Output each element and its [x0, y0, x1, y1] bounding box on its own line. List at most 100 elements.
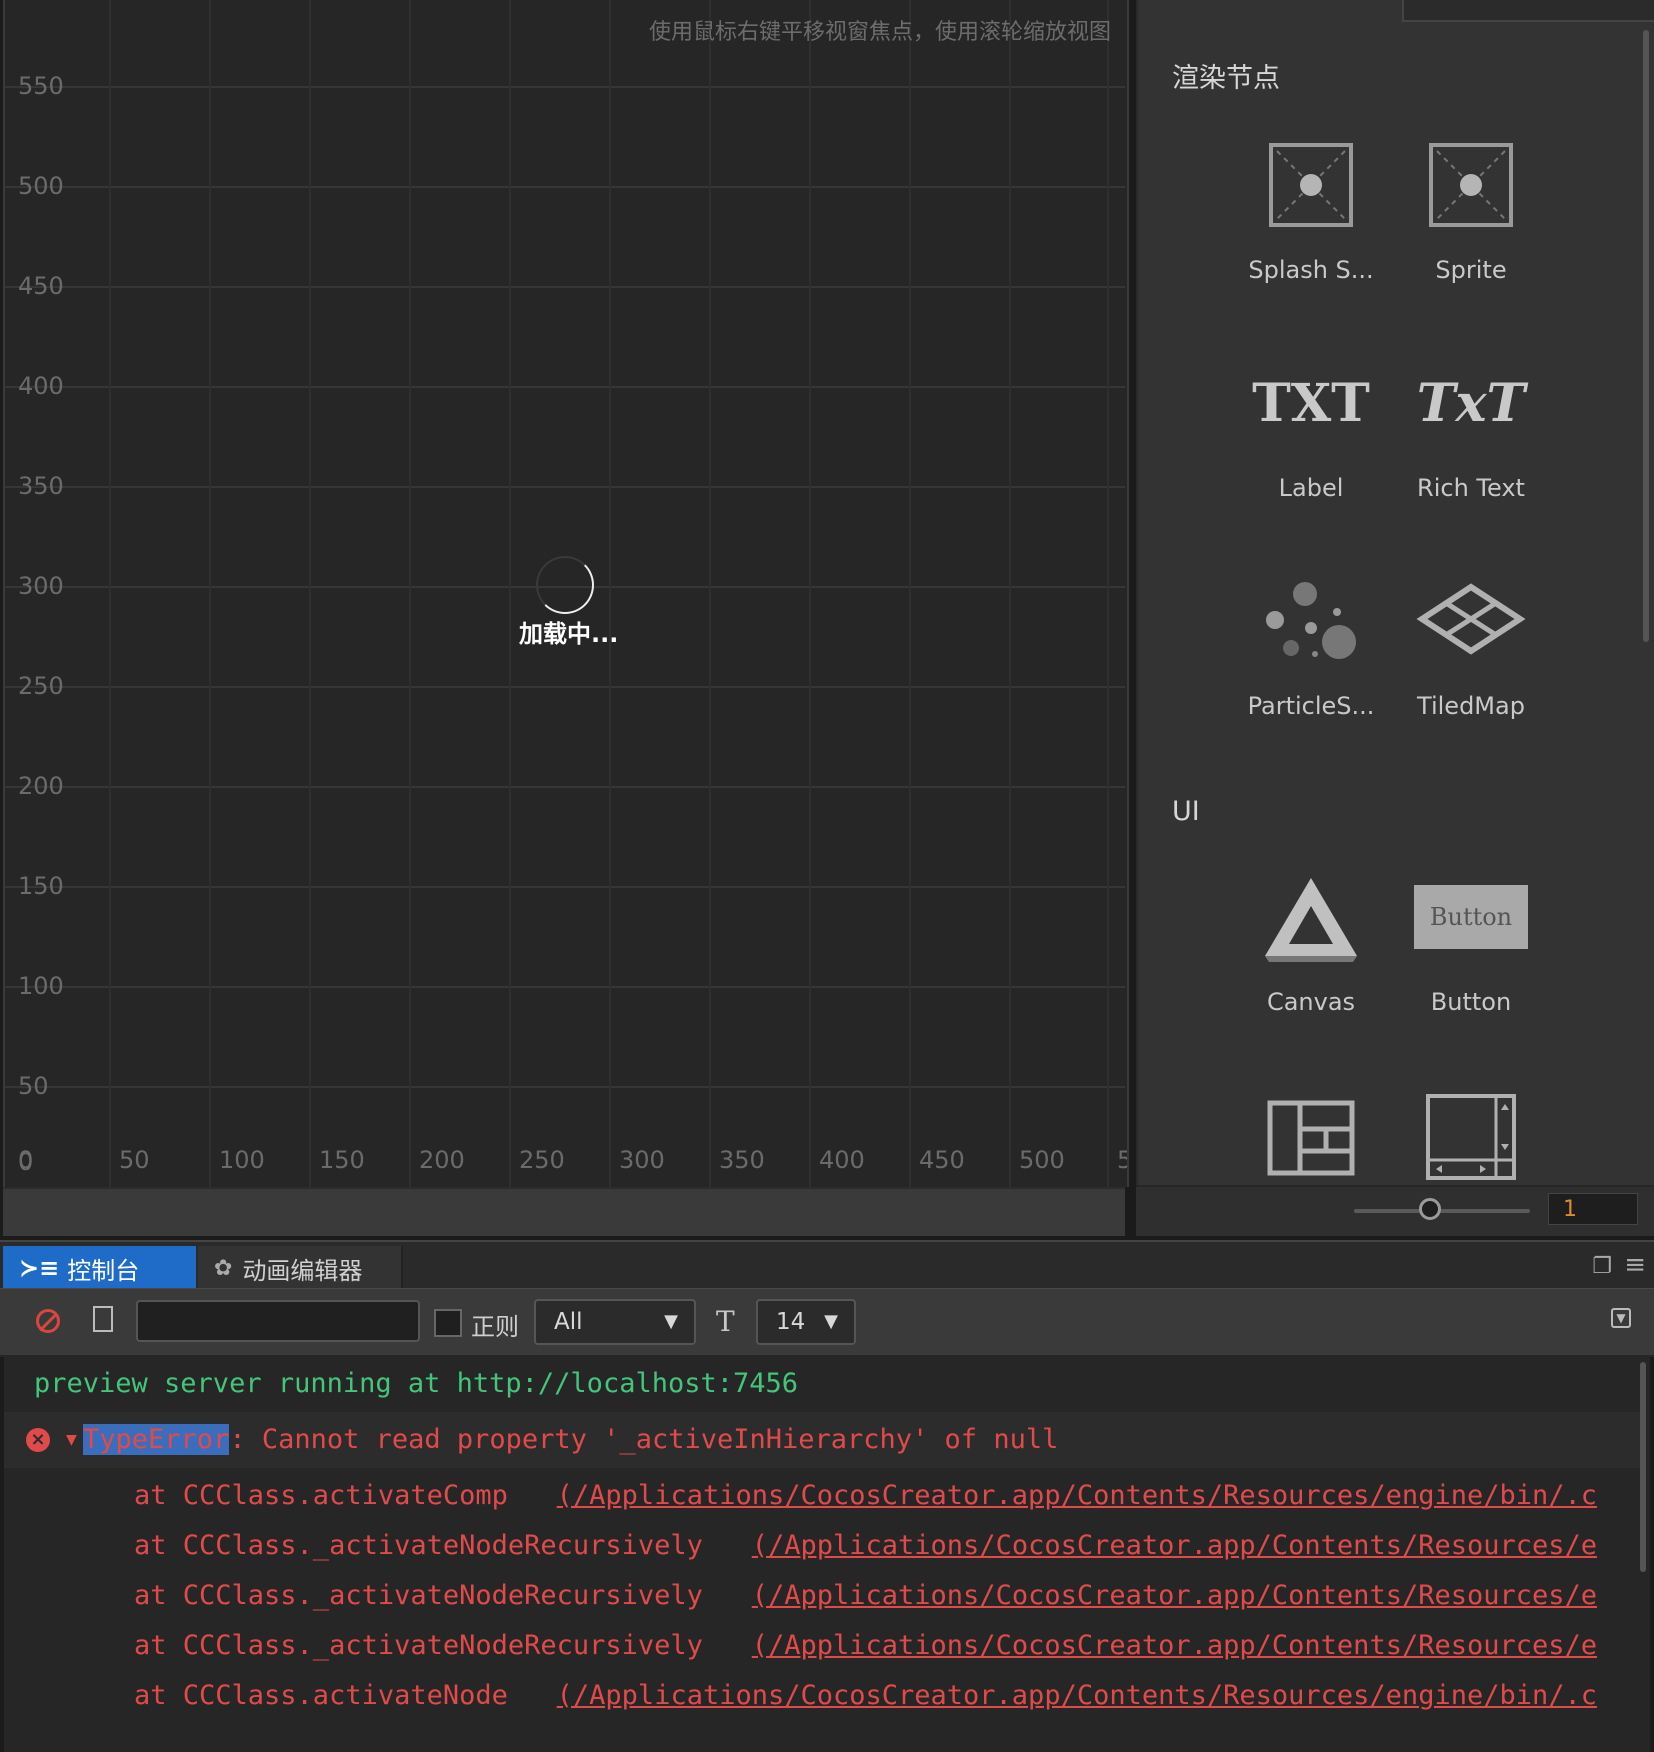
scene-statusbar — [3, 1187, 1125, 1236]
x-axis-tick-label: 250 — [519, 1146, 565, 1174]
x-axis-tick-label: 5 — [1117, 1146, 1127, 1174]
font-size-select[interactable]: 14 ▼ — [756, 1299, 856, 1345]
x-axis-tick-label: 400 — [819, 1146, 865, 1174]
library-item-layout[interactable] — [1236, 1082, 1386, 1192]
dropdown-arrow-icon: ▼ — [664, 1311, 678, 1332]
collapse-all-icon[interactable]: ▼ — [1611, 1308, 1631, 1328]
trace-location-link[interactable]: (/Applications/CocosCreator.app/Contents… — [557, 1680, 1597, 1711]
zoom-slider-track[interactable] — [1354, 1209, 1530, 1213]
console-icon: ≻≡ — [19, 1254, 60, 1282]
particles-icon — [1236, 566, 1386, 676]
scrollview-icon — [1396, 1082, 1546, 1192]
x-axis-tick-label: 0 — [18, 1146, 34, 1174]
library-item-canvas[interactable]: Canvas — [1236, 862, 1386, 1016]
library-item-label: TiledMap — [1417, 692, 1525, 720]
canvas-triangle-icon — [1236, 862, 1386, 972]
scene-hint: 使用鼠标右键平移视窗焦点，使用滚轮缩放视图 — [648, 20, 1111, 45]
library-item-sprite[interactable]: Sprite — [1396, 130, 1546, 284]
tab-animation-editor[interactable]: ✿ 动画编辑器 — [198, 1246, 403, 1290]
library-item-rich-text[interactable]: TxT Rich Text — [1396, 348, 1546, 503]
clear-console-icon[interactable] — [36, 1309, 60, 1333]
open-log-file-icon[interactable] — [93, 1306, 113, 1332]
library-item-label: Sprite — [1435, 256, 1507, 284]
rich-text-icon-text: TxT — [1416, 372, 1526, 434]
restore-window-icon[interactable]: ❐ — [1592, 1254, 1612, 1279]
font-size-icon: T — [716, 1305, 735, 1338]
trace-function: at CCClass.activateNode — [134, 1680, 508, 1711]
trace-function: at CCClass._activateNodeRecursively — [134, 1630, 703, 1661]
button-icon-box: Button — [1414, 885, 1528, 949]
trace-location-link[interactable]: (/Applications/CocosCreator.app/Contents… — [752, 1630, 1597, 1661]
regex-checkbox[interactable] — [434, 1309, 462, 1337]
grid-line-vertical — [409, 0, 411, 1187]
library-scrollbar[interactable] — [1643, 30, 1649, 642]
dropdown-arrow-icon: ▼ — [824, 1311, 838, 1332]
grid-line-vertical — [509, 0, 511, 1187]
expand-caret-icon[interactable]: ▼ — [66, 1412, 77, 1468]
library-item-particle-system[interactable]: ParticleS... — [1236, 566, 1386, 720]
zoom-value-field[interactable]: 1 — [1548, 1193, 1638, 1225]
y-axis-tick-label: 500 — [18, 172, 64, 200]
tiled-map-icon — [1396, 566, 1546, 676]
log-level-value: All — [554, 1309, 583, 1335]
library-item-button[interactable]: Button Button — [1396, 862, 1546, 1016]
font-size-value: 14 — [776, 1309, 806, 1335]
library-footer: 1 — [1136, 1185, 1654, 1236]
zoom-slider-thumb[interactable] — [1419, 1198, 1441, 1220]
library-item-label-node[interactable]: TXT Label — [1236, 348, 1386, 503]
x-axis-tick-label: 100 — [219, 1146, 265, 1174]
trace-location-link[interactable]: (/Applications/CocosCreator.app/Contents… — [557, 1480, 1597, 1511]
grid-line-vertical — [609, 0, 611, 1187]
loading-text: 加载中... — [519, 620, 619, 648]
x-axis-tick-label: 450 — [919, 1146, 965, 1174]
grid-line-vertical — [109, 0, 111, 1187]
section-title-render-nodes: 渲染节点 — [1172, 63, 1280, 94]
text-label-icon: TXT — [1236, 348, 1386, 458]
console-toolbar: 正则 All ▼ T 14 ▼ ▼ — [0, 1288, 1654, 1357]
console-scrollbar[interactable] — [1640, 1362, 1646, 1572]
y-axis-tick-label: 450 — [18, 272, 64, 300]
x-axis-tick-label: 50 — [119, 1146, 150, 1174]
trace-function: at CCClass._activateNodeRecursively — [134, 1530, 703, 1561]
grid-line-vertical — [809, 0, 811, 1187]
scene-view[interactable]: 使用鼠标右键平移视窗焦点，使用滚轮缩放视图 550 500 450 400 350 300… — [3, 0, 1129, 1187]
image-placeholder-icon — [1396, 130, 1546, 240]
stack-trace-line: at CCClass.activateComp (/Applications/C… — [4, 1468, 1644, 1524]
log-level-select[interactable]: All ▼ — [534, 1299, 696, 1345]
node-library-panel: 渲染节点 Splash S... Sprite TXT Label TxT Ri… — [1136, 0, 1654, 1234]
panel-menu-icon[interactable]: ≡ — [1624, 1250, 1646, 1280]
x-axis-tick-label: 200 — [419, 1146, 465, 1174]
console-search-input[interactable] — [136, 1300, 420, 1342]
stack-trace-line: at CCClass._activateNodeRecursively (/Ap… — [4, 1568, 1644, 1624]
x-axis-tick-label: 350 — [719, 1146, 765, 1174]
stack-trace-line: at CCClass.activateNode (/Applications/C… — [4, 1668, 1644, 1724]
grid-line-vertical — [709, 0, 711, 1187]
y-axis-tick-label: 250 — [18, 672, 64, 700]
grid-line-vertical — [309, 0, 311, 1187]
x-axis-tick-label: 500 — [1019, 1146, 1065, 1174]
tab-console[interactable]: ≻≡ 控制台 — [3, 1246, 196, 1290]
library-item-tiled-map[interactable]: TiledMap — [1396, 566, 1546, 720]
library-top-tab[interactable] — [1402, 0, 1654, 22]
library-item-label: Button — [1430, 988, 1512, 1016]
x-axis-tick-label: 150 — [319, 1146, 365, 1174]
trace-function: at CCClass._activateNodeRecursively — [134, 1580, 703, 1611]
trace-location-link[interactable]: (/Applications/CocosCreator.app/Contents… — [752, 1530, 1597, 1561]
library-item-splash-sprite[interactable]: Splash S... — [1236, 130, 1386, 284]
grid-line-horizontal — [5, 386, 1125, 388]
grid-line-horizontal — [5, 1086, 1125, 1088]
log-error-line[interactable]: × ▼ TypeError: Cannot read property '_ac… — [4, 1412, 1644, 1468]
loading-spinner-icon — [536, 556, 594, 614]
console-log-area[interactable]: preview server running at http://localho… — [4, 1356, 1650, 1752]
y-axis-tick-label: 200 — [18, 772, 64, 800]
trace-location-link[interactable]: (/Applications/CocosCreator.app/Contents… — [752, 1580, 1597, 1611]
grid-line-horizontal — [5, 786, 1125, 788]
stack-trace-line: at CCClass._activateNodeRecursively (/Ap… — [4, 1518, 1644, 1574]
rich-text-icon: TxT — [1396, 348, 1546, 458]
trace-function: at CCClass.activateComp — [134, 1480, 508, 1511]
error-icon: × — [26, 1428, 50, 1452]
grid-line-horizontal — [5, 86, 1125, 88]
error-message: : Cannot read property '_activeInHierarc… — [229, 1424, 1059, 1455]
library-item-label: Canvas — [1266, 988, 1356, 1016]
library-item-scrollview[interactable] — [1396, 1082, 1546, 1192]
